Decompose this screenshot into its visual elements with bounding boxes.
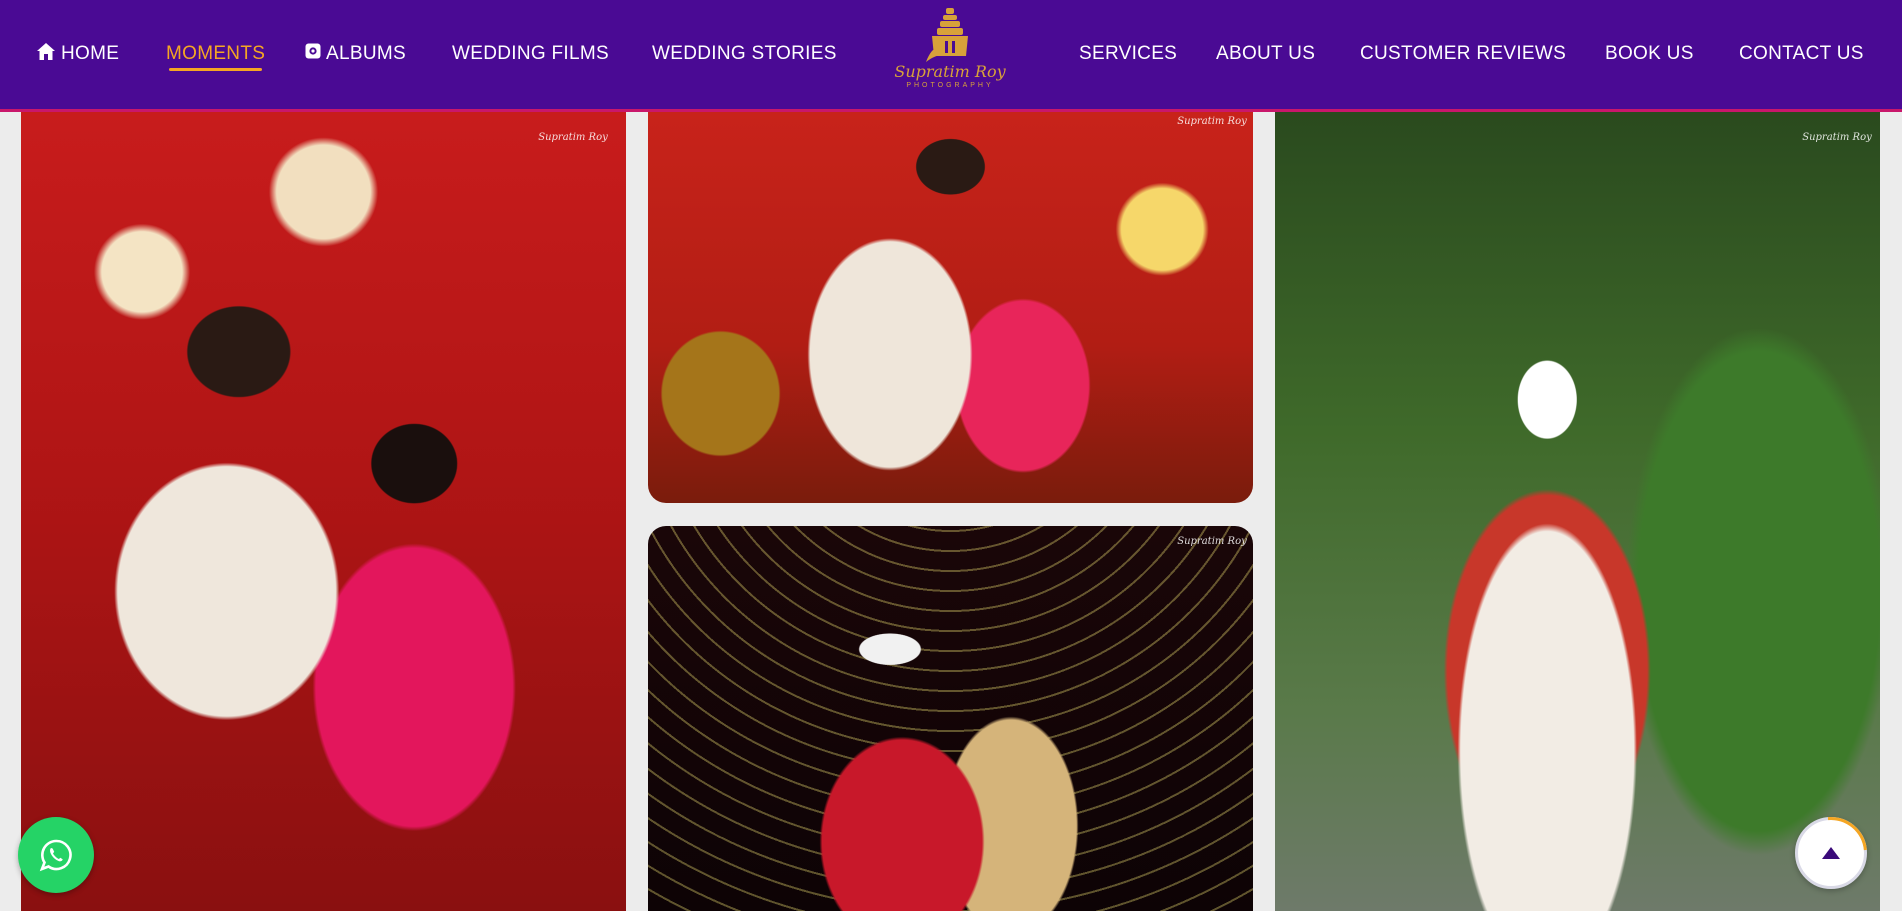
- nav-moments-label: MOMENTS: [166, 43, 266, 64]
- nav-customer-reviews-label: CUSTOMER REVIEWS: [1360, 43, 1567, 64]
- logo-name: Supratim Roy: [894, 62, 1006, 81]
- top-navbar: HOME MOMENTS ALBUMS WEDDING FILMS WEDDIN…: [0, 0, 1902, 112]
- scroll-to-top-button[interactable]: [1795, 817, 1867, 889]
- nav-wedding-stories-label: WEDDING STORIES: [652, 43, 837, 64]
- nav-about-us[interactable]: ABOUT US: [1216, 0, 1315, 108]
- arrow-up-icon: [1822, 847, 1840, 859]
- home-icon: [36, 42, 56, 67]
- photo-watermark: Supratim Roy: [1802, 132, 1872, 143]
- album-icon: [305, 43, 321, 65]
- nav-wedding-films-label: WEDDING FILMS: [452, 43, 609, 64]
- whatsapp-icon: [39, 839, 72, 872]
- nav-home-label: HOME: [61, 43, 120, 64]
- nav-services-label: SERVICES: [1079, 43, 1178, 64]
- nav-services[interactable]: SERVICES: [1079, 0, 1177, 108]
- active-underline: [169, 68, 263, 71]
- nav-home[interactable]: HOME: [36, 0, 119, 108]
- gallery-photo-couple-garlands[interactable]: Supratim Roy: [648, 526, 1253, 911]
- nav-customer-reviews[interactable]: CUSTOMER REVIEWS: [1360, 0, 1566, 108]
- nav-book-us-label: BOOK US: [1605, 43, 1694, 64]
- nav-contact-us[interactable]: CONTACT US: [1739, 0, 1864, 108]
- whatsapp-button[interactable]: [18, 817, 94, 893]
- nav-book-us[interactable]: BOOK US: [1605, 0, 1694, 108]
- nav-wedding-stories[interactable]: WEDDING STORIES: [652, 0, 837, 108]
- nav-wedding-films[interactable]: WEDDING FILMS: [452, 0, 609, 108]
- nav-moments[interactable]: MOMENTS: [166, 0, 265, 108]
- nav-contact-us-label: CONTACT US: [1739, 43, 1864, 64]
- gallery-photo-bride-portrait[interactable]: Supratim Roy: [1275, 112, 1880, 911]
- photo-watermark: Supratim Roy: [1177, 116, 1247, 127]
- photo-watermark: Supratim Roy: [538, 132, 608, 143]
- temple-logo-icon: [926, 8, 968, 62]
- gallery-photo-couple-standing[interactable]: Supratim Roy: [21, 112, 626, 911]
- logo-subtitle: PHOTOGRAPHY: [906, 82, 994, 89]
- gallery-photo-couple-kiss[interactable]: Supratim Roy: [648, 112, 1253, 503]
- brand-logo[interactable]: Supratim Roy PHOTOGRAPHY: [894, 6, 1006, 108]
- photo-watermark: Supratim Roy: [1177, 536, 1247, 547]
- nav-about-us-label: ABOUT US: [1216, 43, 1316, 64]
- nav-albums[interactable]: ALBUMS: [305, 0, 406, 108]
- nav-albums-label: ALBUMS: [326, 43, 406, 64]
